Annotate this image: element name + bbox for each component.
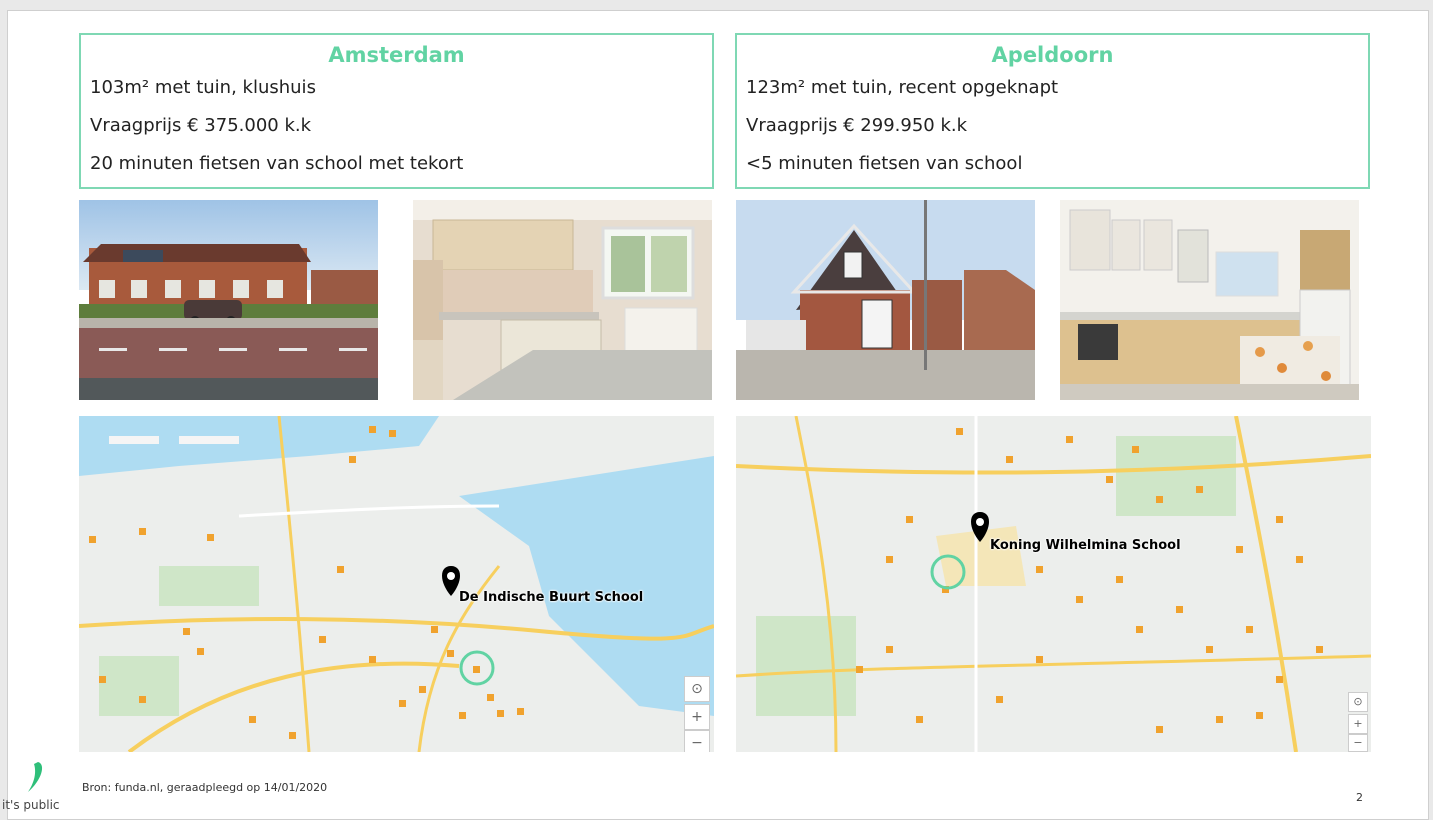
city-title: Amsterdam — [328, 43, 465, 67]
apeldoorn-map[interactable]: Koning Wilhelmina School ⊙ + − — [736, 416, 1371, 752]
apeldoorn-kitchen-photo — [1060, 200, 1359, 400]
school-marker-label: De Indische Buurt School — [459, 590, 644, 605]
source-note: Bron: funda.nl, geraadpleegd op 14/01/20… — [82, 781, 328, 794]
zoom-out-button[interactable]: − — [1348, 734, 1368, 752]
page-number: 2 — [1356, 791, 1363, 804]
locate-button[interactable]: ⊙ — [684, 676, 710, 702]
apeldoorn-exterior-photo — [736, 200, 1035, 400]
size-line: 123m² met tuin, recent opgeknapt — [746, 77, 1059, 98]
logo-text: it's public — [2, 798, 60, 812]
city-title: Apeldoorn — [991, 43, 1114, 67]
size-line: 103m² met tuin, klushuis — [90, 77, 316, 98]
apeldoorn-info-box: Apeldoorn 123m² met tuin, recent opgekna… — [735, 33, 1370, 189]
price-line: Vraagprijs € 375.000 k.k — [90, 115, 312, 136]
price-line: Vraagprijs € 299.950 k.k — [746, 115, 968, 136]
distance-line: 20 minuten fietsen van school met tekort — [90, 153, 464, 174]
amsterdam-map[interactable]: De Indische Buurt School ⊙ + − — [79, 416, 714, 752]
amsterdam-kitchen-photo — [413, 200, 712, 400]
distance-line: <5 minuten fietsen van school — [746, 153, 1023, 174]
amsterdam-exterior-photo — [79, 200, 378, 400]
zoom-out-button[interactable]: − — [684, 730, 710, 752]
zoom-in-button[interactable]: + — [1348, 714, 1368, 734]
amsterdam-info-box: Amsterdam 103m² met tuin, klushuis Vraag… — [79, 33, 714, 189]
locate-button[interactable]: ⊙ — [1348, 692, 1368, 712]
school-marker-label: Koning Wilhelmina School — [990, 538, 1181, 553]
logo-icon — [24, 760, 48, 800]
zoom-in-button[interactable]: + — [684, 704, 710, 730]
